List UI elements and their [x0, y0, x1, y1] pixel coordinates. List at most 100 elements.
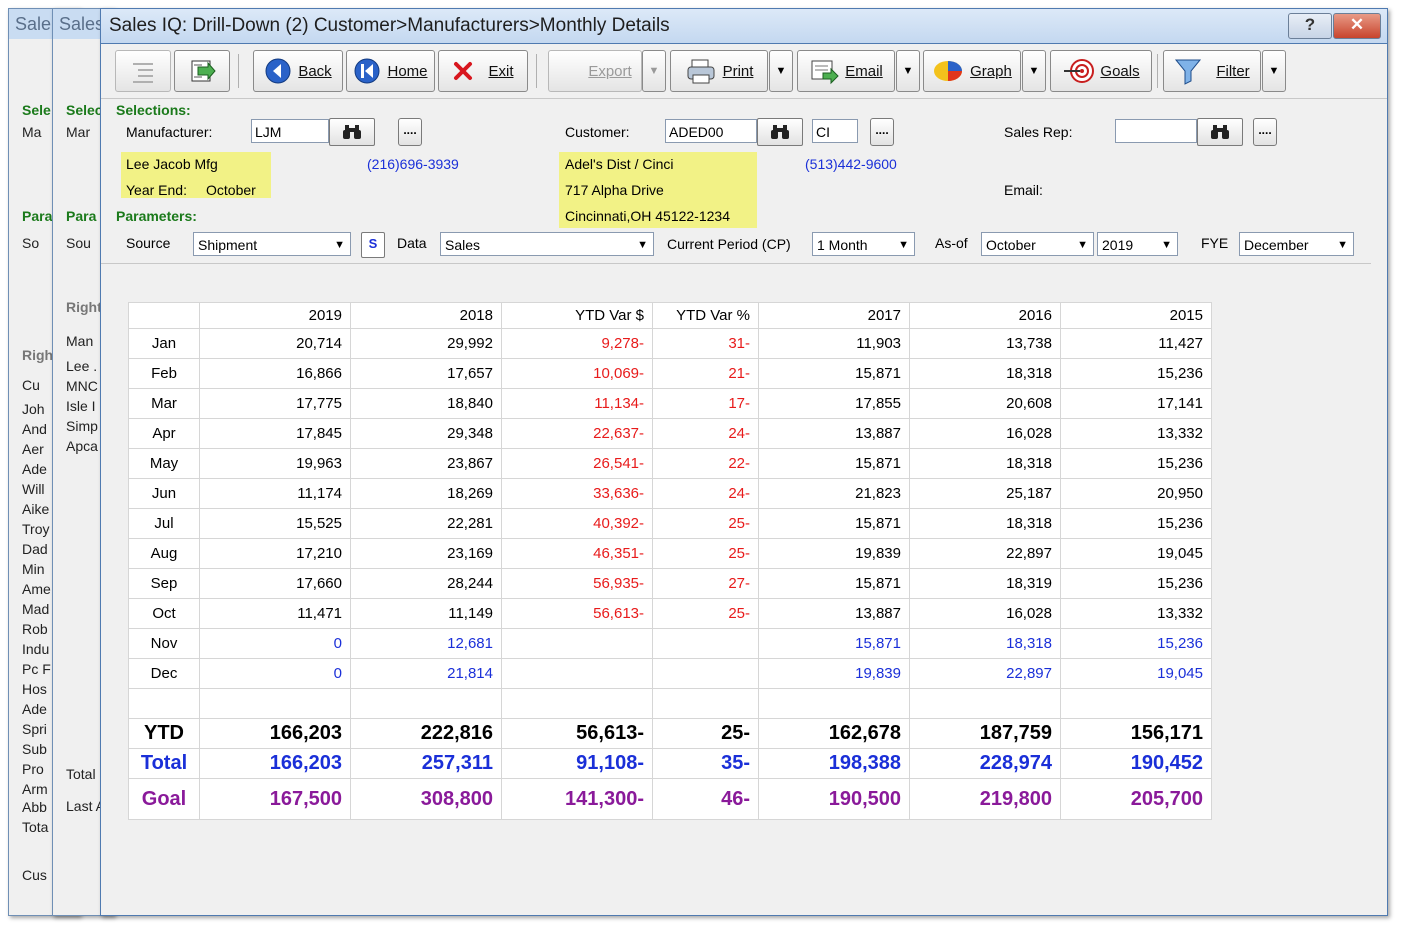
graph-dropdown[interactable]: ▼ — [1022, 50, 1046, 92]
as-of-month-select[interactable]: October ▼ — [981, 232, 1094, 256]
table-cell: 46,351- — [501, 538, 653, 569]
fye-select[interactable]: December ▼ — [1239, 232, 1354, 256]
table-row[interactable]: Nov 0 12,681 15,871 18,318 15,236 — [128, 628, 1212, 659]
table-cell: 11,903 — [758, 328, 910, 359]
background-window-text: Para — [22, 208, 53, 224]
table-cell: 141,300- — [501, 778, 653, 820]
table-cell: 40,392- — [501, 508, 653, 539]
background-window-text: Rob — [22, 621, 48, 637]
source-select[interactable]: Shipment ▼ — [193, 232, 351, 256]
parameters-heading: Parameters: — [116, 208, 197, 224]
table-row[interactable]: Jun 11,174 18,269 33,636- 24- 21,823 25,187 20,… — [128, 478, 1212, 509]
print-dropdown[interactable]: ▼ — [769, 50, 793, 92]
exit-label: Exit — [488, 62, 514, 80]
column-header[interactable]: YTD Var % — [652, 302, 759, 329]
table-row[interactable]: Mar 17,775 18,840 11,134- 17- 17,855 20,608 17,… — [128, 388, 1212, 419]
table-cell: 187,759 — [909, 718, 1061, 749]
customer-search-button[interactable] — [757, 118, 803, 146]
as-of-label: As-of — [935, 235, 968, 251]
year-end-value: October — [206, 182, 256, 198]
table-row[interactable]: Dec 0 21,814 19,839 22,897 19,045 — [128, 658, 1212, 689]
back-arrow-icon — [265, 58, 291, 84]
table-row[interactable]: YTD 166,203 222,816 56,613- 25- 162,678 187,75… — [128, 718, 1212, 749]
sales-rep-input[interactable] — [1115, 119, 1197, 143]
table-cell: 15,236 — [1060, 358, 1212, 389]
manufacturer-search-button[interactable] — [329, 118, 375, 146]
source-s-button[interactable]: S — [361, 232, 385, 258]
column-header[interactable]: YTD Var $ — [501, 302, 653, 329]
email-dropdown[interactable]: ▼ — [896, 50, 920, 92]
manufacturer-input[interactable]: LJM — [251, 119, 329, 143]
background-window-text: Joh — [22, 401, 45, 417]
table-cell: 16,028 — [909, 598, 1061, 629]
manufacturer-ellipsis-button[interactable]: .... — [398, 118, 422, 146]
background-window-text: Ame — [22, 581, 51, 597]
table-cell: 17,775 — [199, 388, 351, 419]
column-header[interactable]: 2016 — [909, 302, 1061, 329]
table-row[interactable]: Jul 15,525 22,281 40,392- 25- 15,871 18,318 15,… — [128, 508, 1212, 539]
export-dropdown[interactable]: ▼ — [642, 50, 666, 92]
table-cell: 17- — [652, 388, 759, 419]
table-cell: 205,700 — [1060, 778, 1212, 820]
background-window-text: Apca — [66, 438, 98, 454]
home-button[interactable]: Home — [346, 50, 435, 92]
background-window-text: Ade — [22, 701, 47, 717]
email-button[interactable]: Email — [797, 50, 895, 92]
divider — [101, 263, 1371, 264]
table-cell: 16,866 — [199, 358, 351, 389]
table-cell: 15,871 — [758, 358, 910, 389]
back-button[interactable]: Back — [253, 50, 343, 92]
filter-button[interactable]: Filter — [1163, 50, 1261, 92]
background-window-text: Para — [66, 208, 97, 224]
current-period-select[interactable]: 1 Month ▼ — [812, 232, 915, 256]
table-cell: 29,992 — [350, 328, 502, 359]
table-cell: 25,187 — [909, 478, 1061, 509]
help-button[interactable]: ? — [1288, 13, 1332, 39]
graph-button[interactable]: Graph — [923, 50, 1021, 92]
table-cell: 15,236 — [1060, 568, 1212, 599]
table-row[interactable]: May 19,963 23,867 26,541- 22- 15,871 18,318 15,… — [128, 448, 1212, 479]
print-button[interactable]: Print — [670, 50, 768, 92]
sales-rep-ellipsis-button[interactable]: .... — [1253, 118, 1277, 146]
table-cell: 22- — [652, 448, 759, 479]
data-select[interactable]: Sales ▼ — [440, 232, 654, 256]
table-row[interactable]: Aug 17,210 23,169 46,351- 25- 19,839 22,897 19,… — [128, 538, 1212, 569]
table-row[interactable]: Feb 16,866 17,657 10,069- 21- 15,871 18,318 15,… — [128, 358, 1212, 389]
table-row[interactable]: Oct 11,471 11,149 56,613- 25- 13,887 16,028 13,… — [128, 598, 1212, 629]
background-window-text: Sub — [22, 741, 47, 757]
table-row[interactable]: Jan 20,714 29,992 9,278- 31- 11,903 13,738 11,4… — [128, 328, 1212, 359]
column-header[interactable]: 2017 — [758, 302, 910, 329]
column-header[interactable]: 2019 — [199, 302, 351, 329]
as-of-year-select[interactable]: 2019 ▼ — [1097, 232, 1178, 256]
table-row[interactable]: Goal 167,500 308,800 141,300- 46- 190,500 219,… — [128, 778, 1212, 820]
table-cell: 166,203 — [199, 718, 351, 749]
customer-sub-input[interactable]: CI — [812, 119, 858, 143]
exit-button[interactable]: Exit — [438, 50, 528, 92]
goals-button[interactable]: Goals — [1050, 50, 1152, 92]
table-row[interactable]: Sep 17,660 28,244 56,935- 27- 15,871 18,319 15,… — [128, 568, 1212, 599]
customer-address-line1: 717 Alpha Drive — [565, 182, 664, 198]
column-header[interactable]: 2018 — [350, 302, 502, 329]
table-cell — [350, 688, 502, 719]
filter-dropdown[interactable]: ▼ — [1262, 50, 1286, 92]
table-cell — [652, 658, 759, 689]
table-cell: 198,388 — [758, 748, 910, 779]
close-button[interactable]: ✕ — [1333, 13, 1381, 39]
export-button[interactable]: Export — [548, 50, 642, 92]
data-label: Data — [397, 235, 427, 251]
table-row[interactable] — [128, 688, 1212, 719]
column-header-blank[interactable] — [128, 302, 200, 329]
export-arrow-icon — [191, 60, 216, 82]
export-data-button[interactable] — [174, 50, 230, 92]
customer-ellipsis-button[interactable]: .... — [870, 118, 894, 146]
table-cell: 29,348 — [350, 418, 502, 449]
title-bar: Sales IQ: Drill-Down (2) Customer>Manufa… — [101, 9, 1387, 43]
sales-rep-search-button[interactable] — [1197, 118, 1243, 146]
list-view-button[interactable] — [115, 50, 171, 92]
table-row[interactable]: Apr 17,845 29,348 22,637- 24- 13,887 16,028 13,… — [128, 418, 1212, 449]
column-header[interactable]: 2015 — [1060, 302, 1212, 329]
row-label: May — [128, 448, 200, 479]
customer-input[interactable]: ADED00 — [665, 119, 757, 143]
table-cell: 24- — [652, 418, 759, 449]
table-row[interactable]: Total 166,203 257,311 91,108- 35- 198,388 228,… — [128, 748, 1212, 779]
